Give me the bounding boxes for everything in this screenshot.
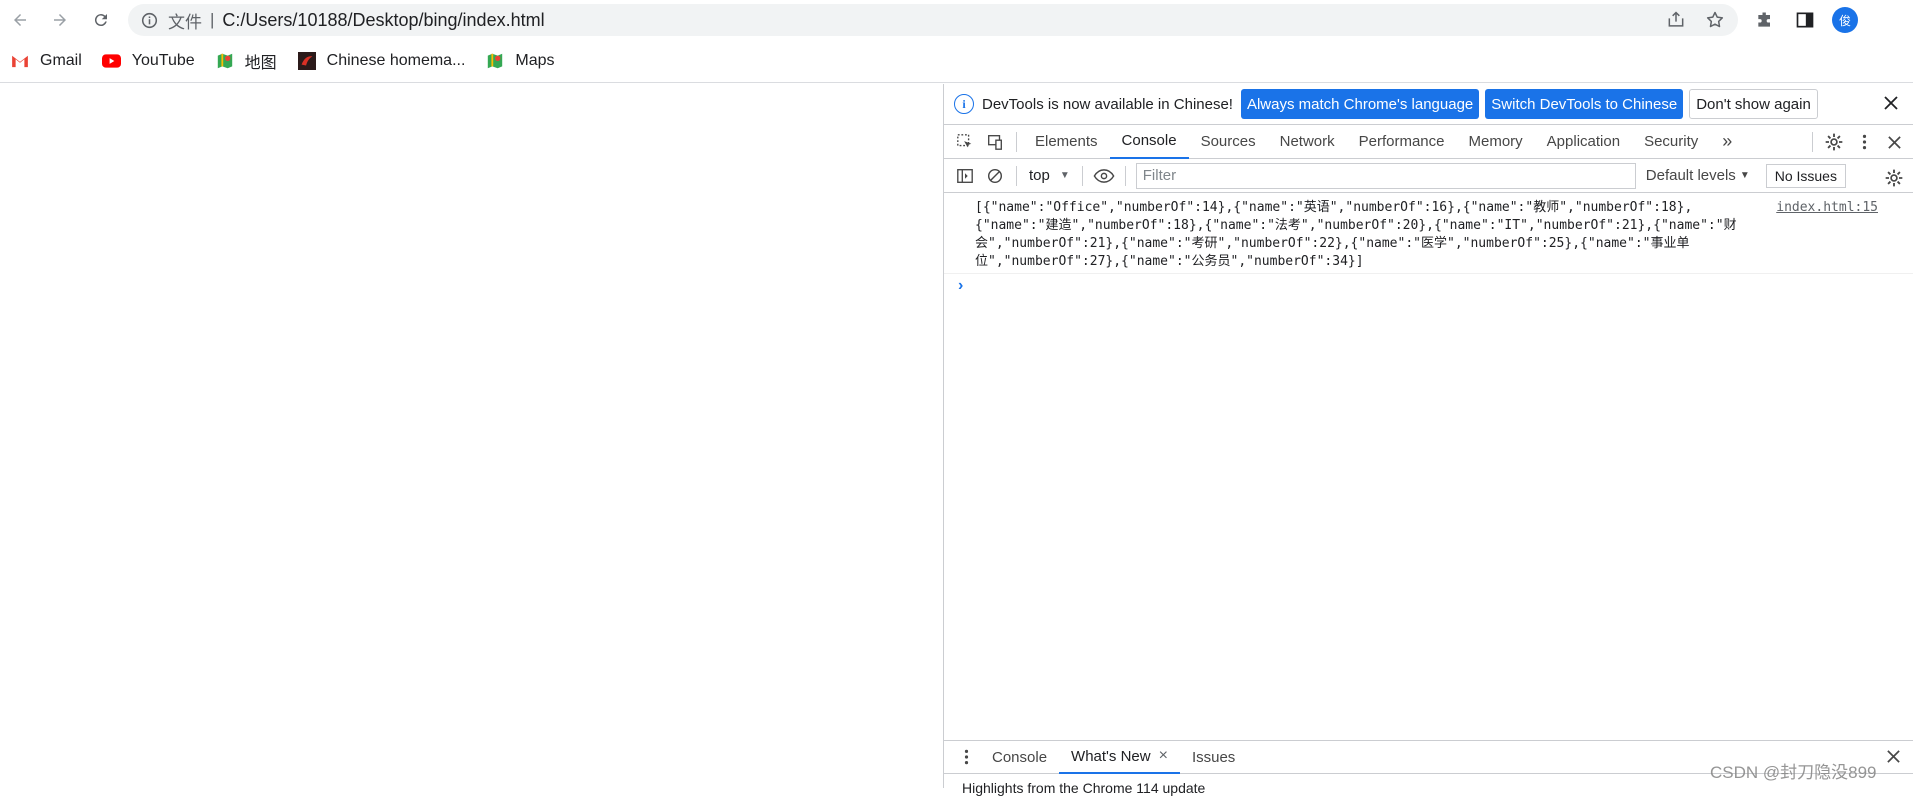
tab-application[interactable]: Application — [1535, 125, 1632, 159]
issues-button[interactable]: No Issues — [1765, 163, 1846, 188]
kebab-menu-icon[interactable] — [1849, 127, 1879, 157]
reload-button[interactable] — [86, 5, 116, 35]
devtools-panel: i DevTools is now available in Chinese! … — [943, 84, 1913, 796]
context-label: top — [1029, 167, 1050, 184]
tab-network[interactable]: Network — [1268, 125, 1347, 159]
tab-console[interactable]: Console — [1109, 125, 1189, 159]
sidebar-toggle-icon[interactable] — [950, 161, 980, 191]
bookmark-maps[interactable]: Maps — [485, 51, 555, 71]
console-log-row: [{"name":"Office","numberOf":14},{"name"… — [944, 193, 1913, 274]
divider — [1124, 165, 1126, 186]
context-selector[interactable]: top ▼ — [1029, 167, 1070, 184]
reload-icon — [94, 14, 107, 27]
maps-icon — [485, 51, 505, 71]
device-toolbar-icon[interactable] — [980, 127, 1010, 157]
divider — [1016, 165, 1017, 186]
tab-performance[interactable]: Performance — [1347, 125, 1457, 159]
levels-label: Default levels — [1645, 167, 1736, 184]
extensions-icon[interactable] — [1754, 9, 1776, 31]
info-icon: i — [954, 94, 974, 114]
devtools-tabbar: Elements Console Sources Network Perform… — [944, 125, 1913, 159]
tab-elements[interactable]: Elements — [1023, 125, 1110, 159]
inspect-element-icon[interactable] — [950, 127, 980, 157]
language-infobar: i DevTools is now available in Chinese! … — [944, 84, 1913, 125]
scheme-label: 文件 — [168, 12, 202, 33]
browser-toolbar: 文件 | C:/Users/10188/Desktop/bing/index.h… — [0, 0, 1913, 40]
console-prompt[interactable]: › — [958, 277, 963, 295]
youtube-icon — [102, 51, 122, 71]
tab-sources[interactable]: Sources — [1189, 125, 1268, 159]
side-panel-icon[interactable] — [1794, 9, 1816, 31]
back-button[interactable] — [5, 5, 35, 35]
divider — [1081, 165, 1083, 186]
divider — [1812, 132, 1813, 152]
bookmark-label: Chinese homema... — [326, 52, 466, 69]
arrow-left-icon — [14, 14, 26, 26]
bookmark-youtube[interactable]: YouTube — [102, 51, 195, 71]
tab-memory[interactable]: Memory — [1457, 125, 1535, 159]
maps-icon — [215, 51, 235, 71]
infobar-message: DevTools is now available in Chinese! — [982, 95, 1233, 113]
console-toolbar: top ▼ Filter Default levels ▼ No Issues — [944, 159, 1913, 193]
drawer-menu-icon[interactable] — [952, 749, 980, 765]
arrow-right-icon — [54, 14, 66, 26]
switch-devtools-chinese-button[interactable]: Switch DevTools to Chinese — [1485, 89, 1684, 119]
caret-down-icon: ▼ — [1059, 170, 1070, 181]
share-icon[interactable] — [1665, 9, 1687, 31]
caret-down-icon: ▼ — [1739, 170, 1750, 181]
eye-icon[interactable] — [1089, 161, 1119, 191]
page-content — [0, 84, 943, 788]
always-match-language-button[interactable]: Always match Chrome's language — [1240, 89, 1480, 119]
bookmarks-bar: Gmail YouTube 地图 Chinese homema... Maps — [0, 40, 1913, 83]
log-levels-dropdown[interactable]: Default levels ▼ — [1646, 167, 1750, 184]
info-icon[interactable] — [140, 11, 158, 29]
drawer-tab-issues[interactable]: Issues — [1180, 741, 1247, 774]
settings-gear-icon[interactable] — [1819, 127, 1849, 157]
address-bar[interactable]: 文件 | C:/Users/10188/Desktop/bing/index.h… — [128, 4, 1738, 36]
url-text[interactable]: C:/Users/10188/Desktop/bing/index.html — [222, 10, 544, 31]
clear-console-icon[interactable] — [980, 161, 1010, 191]
profile-avatar[interactable]: 俊 — [1832, 7, 1858, 33]
gmail-icon — [10, 51, 30, 71]
close-tab-icon[interactable]: × — [1159, 747, 1168, 765]
bookmark-label: 地图 — [244, 55, 277, 72]
tab-security[interactable]: Security — [1632, 125, 1710, 159]
log-message: [{"name":"Office","numberOf":14},{"name"… — [975, 200, 1737, 269]
console-output: [{"name":"Office","numberOf":14},{"name"… — [944, 193, 1913, 653]
dont-show-again-button[interactable]: Don't show again — [1689, 89, 1818, 119]
bookmark-gmail[interactable]: Gmail — [10, 51, 82, 71]
tabbar-actions — [1806, 125, 1913, 159]
forward-button[interactable] — [45, 5, 75, 35]
close-drawer-icon[interactable] — [1886, 749, 1902, 765]
csdn-watermark: CSDN @封刀隐没899 — [1710, 763, 1877, 782]
scheme-divider: | — [210, 10, 215, 29]
console-settings-icon[interactable] — [1879, 163, 1909, 193]
close-icon[interactable] — [1883, 95, 1901, 113]
filter-input[interactable]: Filter — [1135, 162, 1636, 189]
drawer-tab-label: What's New — [1071, 747, 1151, 765]
divider — [1016, 131, 1017, 152]
bookmark-label: YouTube — [131, 52, 195, 69]
drawer-tab-whats-new[interactable]: What's New × — [1059, 741, 1180, 774]
more-tabs-button[interactable]: » — [1710, 125, 1744, 159]
drawer-tab-console[interactable]: Console — [980, 741, 1059, 774]
site-favicon — [297, 51, 317, 71]
close-devtools-icon[interactable] — [1879, 127, 1909, 157]
bookmark-label: Gmail — [40, 52, 82, 69]
bookmark-ditu[interactable]: 地图 — [215, 49, 277, 73]
log-source-link[interactable]: index.html:15 — [1776, 200, 1878, 215]
bookmark-label: Maps — [515, 52, 555, 69]
bookmark-chinese-homemade[interactable]: Chinese homema... — [297, 51, 466, 71]
star-icon[interactable] — [1704, 9, 1726, 31]
